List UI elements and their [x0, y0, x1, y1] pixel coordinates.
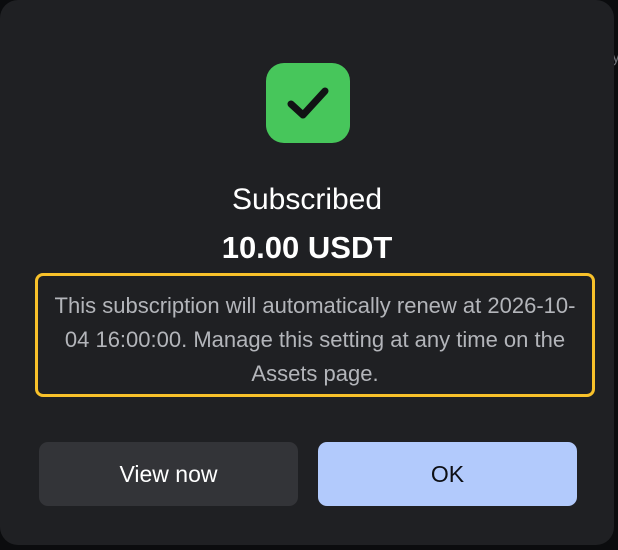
- view-now-button[interactable]: View now: [39, 442, 298, 506]
- ok-button[interactable]: OK: [318, 442, 577, 506]
- dialog-title: Subscribed: [231, 183, 383, 216]
- check-icon: [287, 87, 329, 119]
- subscription-amount: 10.00 USDT: [221, 230, 393, 265]
- success-badge: [266, 63, 350, 143]
- renewal-notice-box: This subscription will automatically ren…: [35, 273, 595, 397]
- subscription-success-dialog: Subscribed 10.00 USDT This subscription …: [0, 0, 614, 545]
- renewal-notice-text: This subscription will automatically ren…: [54, 293, 576, 386]
